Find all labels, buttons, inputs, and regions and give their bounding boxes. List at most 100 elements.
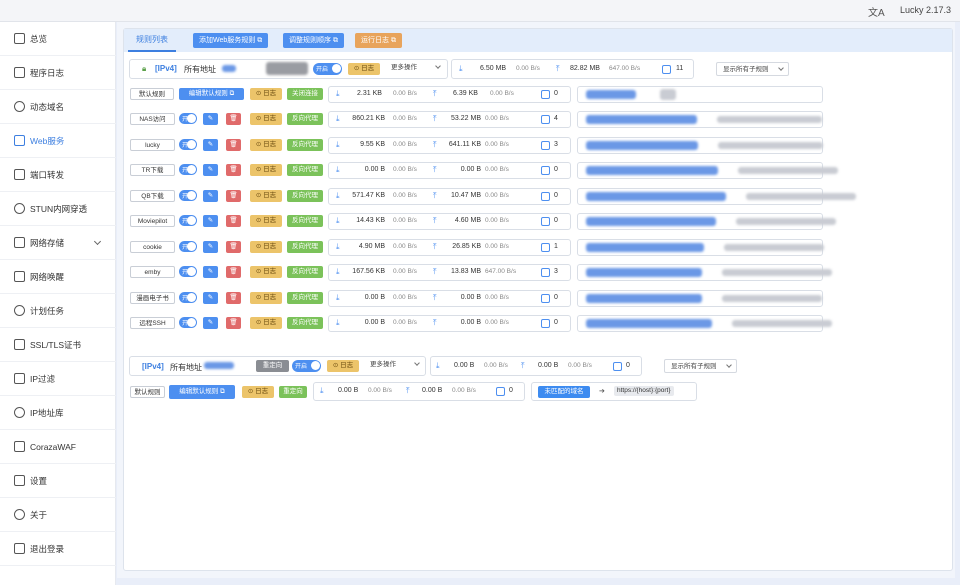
rule-toggle[interactable]: 开 — [179, 266, 197, 277]
rule-down-rate: 0.00 B/s — [393, 140, 417, 148]
rule-toggle[interactable]: 开 — [179, 113, 197, 124]
sidebar-item-14[interactable]: 关于 — [0, 498, 116, 532]
edit-default-rule-button[interactable]: 编辑默认规则 ⧉ — [179, 88, 244, 100]
rule-toggle[interactable]: 开 — [179, 317, 197, 328]
rule-toggle[interactable]: 开 — [179, 291, 197, 303]
default-up: 6.39 KB — [453, 90, 478, 97]
rule-log-button[interactable]: ⊙ 日志 — [250, 317, 282, 329]
rule-down-rate: 0.00 B/s — [393, 242, 417, 250]
edit-rule-button[interactable]: ✎ — [203, 240, 218, 253]
rule-log-button[interactable]: ⊙ 日志 — [250, 215, 282, 227]
edit-rule-button[interactable]: ✎ — [203, 138, 218, 151]
rule-toggle[interactable]: 开 — [179, 164, 197, 175]
redacted-domain — [586, 293, 702, 303]
log-label: 日志 — [263, 242, 277, 250]
download-icon: ⤓ — [336, 241, 340, 251]
rule-down-rate: 0.00 B/s — [393, 191, 417, 199]
translate-icon[interactable]: 文A — [868, 4, 885, 19]
sidebar-item-7[interactable]: 网络唤醒 — [0, 260, 116, 294]
rule-log-button[interactable]: ⊙ 日志 — [250, 291, 282, 304]
edit-rule-button[interactable]: ✎ — [203, 189, 218, 202]
rule-name: TR下载 — [130, 164, 175, 176]
rule-type: 反向代理 — [287, 189, 323, 202]
delete-rule-button[interactable]: 🗑︎ — [226, 317, 241, 329]
log-label: 日志 — [263, 115, 277, 122]
sidebar-item-label: 网络唤醒 — [30, 271, 65, 282]
rule-name: 漫画电子书 — [130, 291, 175, 304]
delete-rule-button[interactable]: 🗑︎ — [226, 189, 241, 202]
delete-rule-button[interactable]: 🗑︎ — [226, 164, 241, 176]
rule-name: Moviepilot — [130, 215, 175, 227]
sidebar-item-0[interactable]: 总览 — [0, 22, 116, 56]
edit-rule-button[interactable]: ✎ — [203, 164, 218, 176]
ruleset2-toggle[interactable]: 开启 — [292, 360, 321, 372]
upload-icon: ⤒ — [433, 165, 437, 174]
sidebar-item-4[interactable]: 端口转发 — [0, 158, 116, 192]
sidebar-item-label: 设置 — [30, 475, 48, 486]
rule-log-button[interactable]: ⊙ 日志 — [250, 113, 282, 125]
sidebar-item-10[interactable]: IP过滤 — [0, 362, 116, 396]
sidebar-item-13[interactable]: 设置 — [0, 464, 116, 498]
top-bar: 文A Lucky 2.17.3 — [0, 0, 960, 22]
delete-rule-button[interactable]: 🗑︎ — [226, 240, 241, 253]
edit-rule-button[interactable]: ✎ — [203, 215, 218, 227]
ruleset2-up: 0.00 B — [538, 362, 559, 369]
sidebar-item-6[interactable]: 网络存储 — [0, 226, 116, 260]
rule-log-button[interactable]: ⊙ 日志 — [250, 266, 282, 278]
rule-toggle[interactable]: 开 — [179, 189, 197, 201]
delete-rule-button[interactable]: 🗑︎ — [226, 291, 241, 304]
delete-rule-button[interactable]: 🗑︎ — [226, 138, 241, 151]
rule-toggle[interactable]: 开 — [179, 138, 197, 150]
rule-log-button[interactable]: ⊙ 日志 — [250, 164, 282, 176]
connection-icon — [541, 191, 550, 201]
rule-toggle[interactable]: 开 — [179, 215, 197, 226]
ruleset1-filter-select[interactable]: 显示所有子规则 — [716, 62, 789, 76]
rule-log-button[interactable]: ⊙ 日志 — [250, 240, 282, 253]
download-icon: ⤓ — [320, 386, 324, 395]
rule-conn: 0 — [554, 191, 558, 199]
edit-rule-button[interactable]: ✎ — [203, 291, 218, 304]
redacted-target — [722, 294, 822, 302]
rule-toggle[interactable]: 开 — [179, 240, 197, 252]
sidebar-item-9[interactable]: SSL/TLS证书 — [0, 328, 116, 362]
rule-down: 0.00 B — [364, 319, 385, 326]
ruleset2-filter-select[interactable]: 显示所有子规则 — [664, 359, 737, 373]
redacted-target — [722, 269, 832, 276]
rule-down: 0.00 B — [364, 293, 385, 301]
sidebar-item-15[interactable]: 退出登录 — [0, 532, 116, 566]
rule-down: 167.56 KB — [352, 268, 385, 275]
ruleset1-log-button[interactable]: ⊙ 日志 — [348, 63, 380, 75]
ruleset2-addr: 所有地址 — [170, 363, 202, 372]
upload-icon: ⤒ — [433, 89, 437, 98]
edit-rule-button[interactable]: ✎ — [203, 266, 218, 278]
sidebar-item-5[interactable]: STUN内网穿透 — [0, 192, 116, 226]
ruleset2-more-select[interactable]: 更多操作 — [364, 358, 424, 372]
sidebar-item-12[interactable]: CorazaWAF — [0, 430, 116, 464]
sidebar-item-2[interactable]: 动态域名 — [0, 90, 116, 124]
default-log-button[interactable]: ⊙ 日志 — [242, 386, 274, 398]
default-log-button[interactable]: ⊙ 日志 — [250, 88, 282, 100]
filter-label: 显示所有子规则 — [723, 66, 769, 73]
add-web-rule-button[interactable]: 添加Web服务规则 ⧉ — [193, 33, 269, 48]
log-icon — [14, 67, 25, 78]
sort-rules-button[interactable]: 调整规则顺序 ⧉ — [283, 33, 344, 48]
sidebar-item-11[interactable]: IP地址库 — [0, 396, 116, 430]
delete-rule-button[interactable]: 🗑︎ — [226, 215, 241, 227]
ruleset1-toggle[interactable]: 开启 — [313, 63, 342, 75]
delete-rule-button[interactable]: 🗑︎ — [226, 113, 241, 125]
ruleset2-log-button[interactable]: ⊙ 日志 — [327, 360, 359, 372]
sidebar-item-8[interactable]: 计划任务 — [0, 294, 116, 328]
edit-rule-button[interactable]: ✎ — [203, 317, 218, 329]
sidebar-item-1[interactable]: 程序日志 — [0, 56, 116, 90]
sidebar-item-3[interactable]: Web服务 — [0, 124, 116, 158]
ruleset1-down: 6.50 MB — [480, 65, 507, 72]
ruleset1-more-select[interactable]: 更多操作 — [385, 61, 445, 75]
edit-rule-button[interactable]: ✎ — [203, 113, 218, 125]
edit-default-rule-button[interactable]: 编辑默认规则 ⧉ — [169, 385, 235, 399]
download-icon: ⤓ — [336, 190, 340, 200]
tab-rule-list[interactable]: 规则列表 — [128, 29, 176, 52]
delete-rule-button[interactable]: 🗑︎ — [226, 266, 241, 278]
run-log-button[interactable]: 运行日志 ⧉ — [355, 33, 402, 48]
rule-log-button[interactable]: ⊙ 日志 — [250, 138, 282, 151]
rule-log-button[interactable]: ⊙ 日志 — [250, 189, 282, 202]
